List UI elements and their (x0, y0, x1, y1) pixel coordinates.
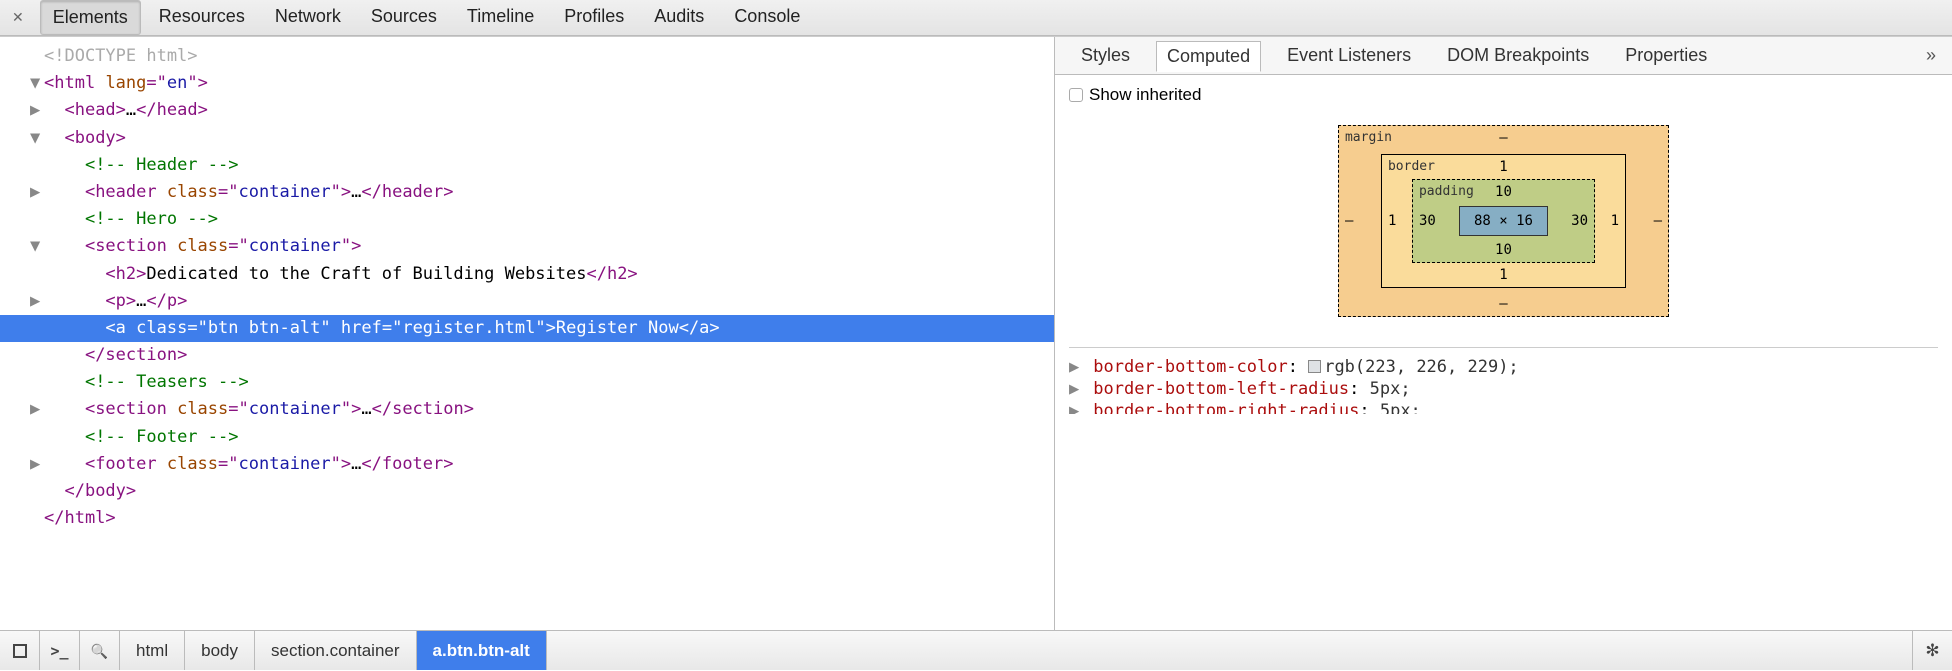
dom-line[interactable]: ▼ <section class="container"> (0, 233, 1054, 260)
dom-line[interactable]: ▶ <footer class="container">…</footer> (0, 451, 1054, 478)
close-icon[interactable]: ✕ (6, 9, 30, 26)
styles-sidebar: Styles Computed Event Listeners DOM Breakpo… (1055, 37, 1952, 630)
side-tab-properties[interactable]: Properties (1615, 41, 1717, 70)
gear-icon[interactable]: ✻ (1912, 631, 1952, 670)
console-icon[interactable] (40, 631, 80, 670)
box-model-border[interactable]: border 1 1 1 1 padding 10 10 30 30 (1381, 154, 1626, 288)
toolbar-tabs: ElementsResourcesNetworkSourcesTimelineP… (40, 0, 813, 35)
side-tab-event-listeners[interactable]: Event Listeners (1277, 41, 1421, 70)
computed-property[interactable]: ▶ border-bottom-right-radius: 5px; (1069, 400, 1938, 414)
show-inherited-checkbox[interactable] (1069, 88, 1083, 102)
show-inherited-label: Show inherited (1089, 85, 1201, 105)
tab-profiles[interactable]: Profiles (552, 0, 636, 35)
box-model[interactable]: margin – – – – border 1 1 1 1 padding (1069, 125, 1938, 317)
dom-line[interactable]: ▶ <head>…</head> (0, 97, 1054, 124)
dom-line[interactable]: <!DOCTYPE html> (0, 43, 1054, 70)
computed-property[interactable]: ▶ border-bottom-left-radius: 5px; (1069, 378, 1938, 400)
computed-properties: ▶ border-bottom-color: rgb(223, 226, 229… (1069, 347, 1938, 414)
dom-line[interactable]: <!-- Header --> (0, 152, 1054, 179)
box-model-margin[interactable]: margin – – – – border 1 1 1 1 padding (1338, 125, 1669, 317)
computed-property[interactable]: ▶ border-bottom-color: rgb(223, 226, 229… (1069, 356, 1938, 378)
tab-audits[interactable]: Audits (642, 0, 716, 35)
tab-console[interactable]: Console (722, 0, 812, 35)
side-tab-styles[interactable]: Styles (1071, 41, 1140, 70)
tab-elements[interactable]: Elements (40, 0, 141, 35)
dom-line[interactable]: ▼<html lang="en"> (0, 70, 1054, 97)
box-model-content[interactable]: 88 × 16 (1459, 206, 1548, 236)
tab-resources[interactable]: Resources (147, 0, 257, 35)
dom-line[interactable]: ▶ <header class="container">…</header> (0, 179, 1054, 206)
dom-line[interactable]: <h2>Dedicated to the Craft of Building W… (0, 261, 1054, 288)
show-inherited-row[interactable]: Show inherited (1069, 85, 1938, 105)
dom-line[interactable]: <!-- Hero --> (0, 206, 1054, 233)
devtools-toolbar: ✕ ElementsResourcesNetworkSourcesTimelin… (0, 0, 1952, 36)
dom-line[interactable]: ▶ <p>…</p> (0, 288, 1054, 315)
dom-line[interactable]: ▼ <body> (0, 125, 1054, 152)
dom-line[interactable]: </body> (0, 478, 1054, 505)
tab-timeline[interactable]: Timeline (455, 0, 546, 35)
elements-tree[interactable]: <!DOCTYPE html>▼<html lang="en">▶ <head>… (0, 37, 1055, 630)
dom-line[interactable]: <!-- Footer --> (0, 424, 1054, 451)
breadcrumb-items: htmlbodysection.containera.btn.btn-alt (120, 631, 547, 670)
dom-line[interactable]: </html> (0, 505, 1054, 532)
breadcrumb-item[interactable]: html (120, 631, 185, 670)
tab-sources[interactable]: Sources (359, 0, 449, 35)
computed-panel: Show inherited margin – – – – border 1 1 (1055, 75, 1952, 630)
dock-icon[interactable] (0, 631, 40, 670)
dom-line[interactable]: </section> (0, 342, 1054, 369)
side-tab-computed[interactable]: Computed (1156, 41, 1261, 72)
breadcrumb-bar: htmlbodysection.containera.btn.btn-alt ✻ (0, 630, 1952, 670)
dom-line[interactable]: <!-- Teasers --> (0, 369, 1054, 396)
tab-network[interactable]: Network (263, 0, 353, 35)
box-model-padding[interactable]: padding 10 10 30 30 88 × 16 (1412, 179, 1595, 263)
side-tab-dom-breakpoints[interactable]: DOM Breakpoints (1437, 41, 1599, 70)
breadcrumb-item[interactable]: section.container (255, 631, 417, 670)
search-icon[interactable] (80, 631, 120, 670)
breadcrumb-item[interactable]: a.btn.btn-alt (417, 631, 547, 670)
sidebar-tabs: Styles Computed Event Listeners DOM Breakpo… (1055, 37, 1952, 75)
breadcrumb-item[interactable]: body (185, 631, 255, 670)
dom-line[interactable]: <a class="btn btn-alt" href="register.ht… (0, 315, 1054, 342)
main-split: <!DOCTYPE html>▼<html lang="en">▶ <head>… (0, 36, 1952, 630)
overflow-icon[interactable]: » (1926, 45, 1936, 66)
dom-line[interactable]: ▶ <section class="container">…</section> (0, 396, 1054, 423)
